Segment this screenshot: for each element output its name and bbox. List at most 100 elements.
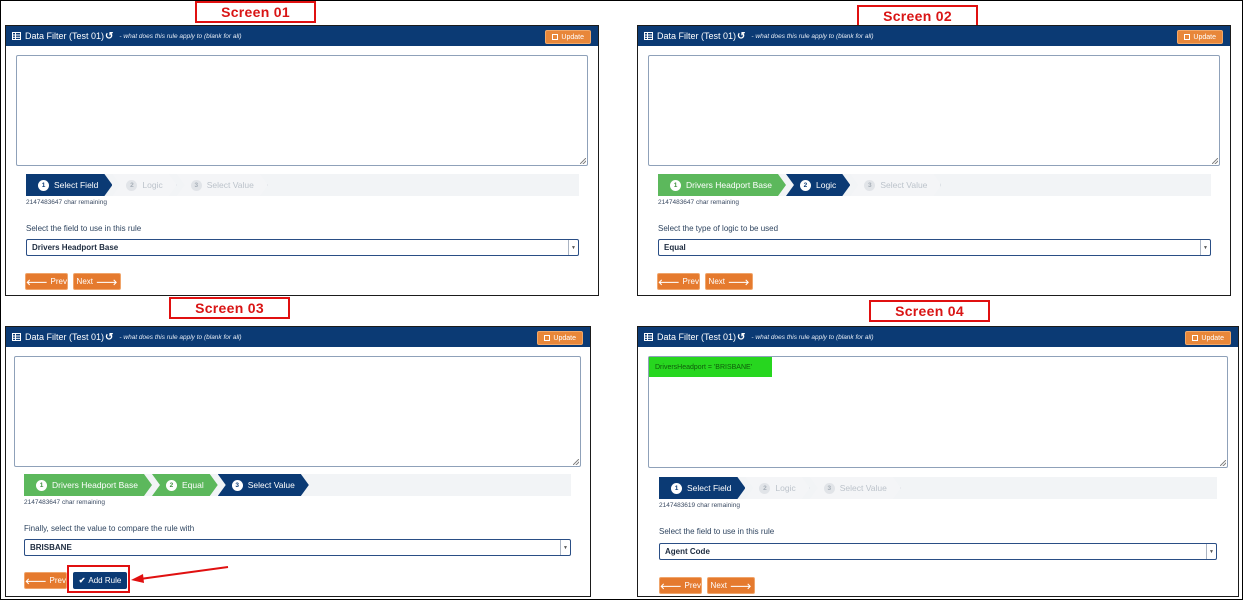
next-button[interactable]: Next 🡒 [707,577,755,594]
panel-header: Data Filter (Test 01) ↺ - what does this… [638,327,1238,347]
wizard-steps: 1 Select Field 2 Logic 3 Select Value [659,477,1217,499]
panel-title: Data Filter (Test 01) [657,31,737,41]
chars-remaining: 2147483647 char remaining [658,199,739,206]
step-select-field[interactable]: 1 Drivers Headport Base [658,174,786,196]
reset-icon[interactable]: ↺ [105,31,113,42]
rule-textarea[interactable] [16,55,588,166]
data-filter-panel-screen-04: Data Filter (Test 01) ↺ - what does this… [637,326,1239,597]
next-button[interactable]: Next 🡒 [73,273,121,290]
select-value: Equal [664,243,686,252]
resize-grip-icon[interactable] [1220,460,1226,466]
chevron-down-icon[interactable]: ▼ [1206,544,1216,559]
step-logic[interactable]: 2 Logic [112,174,176,196]
step-number: 1 [36,480,47,491]
step-number: 3 [191,180,202,191]
panel-header: Data Filter (Test 01) ↺ - what does this… [638,26,1230,46]
arrow-right-icon: 🡒 [728,277,750,287]
step-select-value[interactable]: 3 Select Value [218,474,309,496]
chevron-down-icon[interactable]: ▼ [1200,240,1210,255]
screen-label-01: Screen 01 [195,1,316,23]
update-button[interactable]: Update [1185,331,1231,345]
prev-label: Prev [49,576,66,585]
prev-button[interactable]: 🡐 Prev [25,273,68,290]
step-number: 2 [800,180,811,191]
step-logic[interactable]: 2 Logic [745,477,809,499]
step-select-value[interactable]: 3 Select Value [810,477,901,499]
prev-label: Prev [50,277,67,286]
chevron-down-icon[interactable]: ▼ [568,240,578,255]
step-select-value[interactable]: 3 Select Value [850,174,941,196]
step-select-field[interactable]: 1 Drivers Headport Base [24,474,152,496]
resize-grip-icon[interactable] [1212,158,1218,164]
panel-hint: - what does this rule apply to (blank fo… [751,32,874,40]
rule-textarea[interactable] [648,55,1220,166]
panel-hint: - what does this rule apply to (blank fo… [751,333,874,341]
rule-textarea[interactable]: DriversHeadport = 'BRISBANE' [648,356,1228,468]
rule-textarea[interactable] [14,356,581,467]
panel-hint: - what does this rule apply to (blank fo… [119,333,242,341]
data-filter-panel-screen-02: Data Filter (Test 01) ↺ - what does this… [637,25,1231,296]
arrow-right-icon: 🡒 [96,277,118,287]
field-label: Select the field to use in this rule [26,224,142,233]
wizard-steps: 1 Select Field 2 Logic 3 Select Value [26,174,579,196]
data-filter-panel-screen-01: Data Filter (Test 01) ↺ - what does this… [5,25,599,296]
next-label: Next [710,581,727,590]
field-label: Finally, select the value to compare the… [24,524,195,533]
step-logic[interactable]: 2 Logic [786,174,850,196]
step-select-field[interactable]: 1 Select Field [26,174,112,196]
field-select[interactable]: Agent Code ▼ [659,543,1217,560]
update-label: Update [1193,33,1216,41]
step-label: Select Field [687,483,732,493]
update-label: Update [561,33,584,41]
step-select-field[interactable]: 1 Select Field [659,477,745,499]
filter-expression-tag[interactable]: DriversHeadport = 'BRISBANE' [649,357,772,377]
step-number: 3 [232,480,243,491]
panel-title: Data Filter (Test 01) [25,31,105,41]
step-label: Select Value [206,180,254,190]
update-button[interactable]: Update [1177,30,1223,44]
step-label: Logic [815,180,837,190]
reset-icon[interactable]: ↺ [737,332,745,343]
update-button[interactable]: Update [545,30,591,44]
wizard-steps: 1 Drivers Headport Base 2 Logic 3 Select Va… [658,174,1211,196]
field-select[interactable]: Drivers Headport Base ▼ [26,239,579,256]
step-number: 2 [759,483,770,494]
reset-icon[interactable]: ↺ [737,31,745,42]
logic-select[interactable]: Equal ▼ [658,239,1211,256]
wizard-steps: 1 Drivers Headport Base 2 Equal 3 Select Va… [24,474,571,496]
resize-grip-icon[interactable] [573,459,579,465]
step-label: Select Value [839,483,887,493]
chars-remaining: 2147483619 char remaining [659,502,740,509]
step-number: 2 [166,480,177,491]
reset-icon[interactable]: ↺ [105,332,113,343]
step-number: 2 [126,180,137,191]
save-icon [1192,335,1199,341]
prev-button[interactable]: 🡐 Prev [659,577,702,594]
save-icon [552,34,559,40]
step-number: 1 [671,483,682,494]
field-label: Select the field to use in this rule [659,527,775,536]
data-filter-panel-screen-03: Data Filter (Test 01) ↺ - what does this… [5,326,591,597]
annotation-highlight-box [67,565,130,593]
panel-title: Data Filter (Test 01) [657,332,737,342]
arrow-left-icon: 🡐 [25,576,47,586]
arrow-left-icon: 🡐 [26,277,48,287]
value-select[interactable]: BRISBANE ▼ [24,539,571,556]
prev-button[interactable]: 🡐 Prev [24,572,67,589]
select-value: Agent Code [665,547,710,556]
step-label: Drivers Headport Base [52,480,138,490]
step-select-value[interactable]: 3 Select Value [177,174,268,196]
chevron-down-icon[interactable]: ▼ [560,540,570,555]
chars-remaining: 2147483647 char remaining [24,499,105,506]
step-label: Drivers Headport Base [686,180,772,190]
panel-title: Data Filter (Test 01) [25,332,105,342]
prev-button[interactable]: 🡐 Prev [657,273,700,290]
next-button[interactable]: Next 🡒 [705,273,753,290]
update-label: Update [553,334,576,342]
step-logic[interactable]: 2 Equal [152,474,218,496]
resize-grip-icon[interactable] [580,158,586,164]
step-number: 1 [38,180,49,191]
arrow-left-icon: 🡐 [658,277,680,287]
update-button[interactable]: Update [537,331,583,345]
update-label: Update [1201,334,1224,342]
